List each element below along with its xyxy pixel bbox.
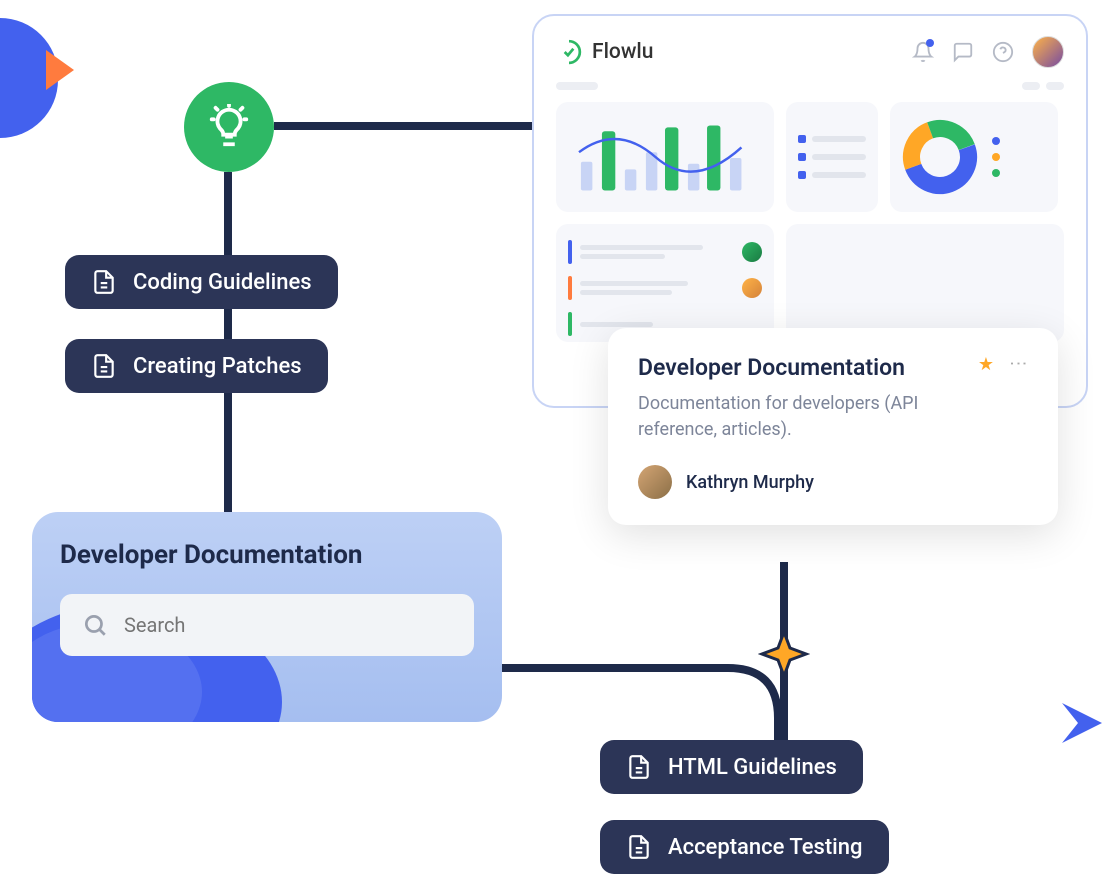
decorative-orange-triangle xyxy=(46,50,74,90)
decorative-blue-shape-right xyxy=(1064,703,1102,783)
flowlu-logo-icon xyxy=(556,39,582,65)
sparkle-decoration xyxy=(758,628,810,680)
dashboard-breadcrumb-row xyxy=(556,82,1064,90)
search-input[interactable] xyxy=(124,613,452,637)
dashboard-widget-row-2 xyxy=(556,224,1064,342)
author-avatar xyxy=(638,465,672,499)
empty-widget[interactable] xyxy=(786,224,1064,342)
doc-author: Kathryn Murphy xyxy=(638,465,1028,499)
doc-item-label: Acceptance Testing xyxy=(668,835,863,860)
lightbulb-icon xyxy=(206,104,252,150)
feed-avatar xyxy=(742,242,762,262)
doc-item-acceptance-testing[interactable]: Acceptance Testing xyxy=(600,820,889,874)
document-icon xyxy=(626,834,652,860)
document-icon xyxy=(91,269,117,295)
idea-circle xyxy=(184,82,274,172)
search-icon xyxy=(82,612,108,638)
document-icon xyxy=(91,353,117,379)
doc-item-label: Coding Guidelines xyxy=(133,270,312,295)
doc-card-title: Developer Documentation xyxy=(638,354,978,381)
doc-card-description: Documentation for developers (API refere… xyxy=(638,391,978,443)
app-logo: Flowlu xyxy=(556,39,653,65)
document-icon xyxy=(626,754,652,780)
list-widget[interactable] xyxy=(786,102,878,212)
skeleton-bar xyxy=(1046,82,1064,90)
user-avatar[interactable] xyxy=(1032,36,1064,68)
doc-item-label: HTML Guidelines xyxy=(668,755,837,780)
chat-icon[interactable] xyxy=(952,41,974,63)
more-icon[interactable]: ⋮ xyxy=(1008,355,1029,375)
developer-documentation-card[interactable]: Developer Documentation Documentation fo… xyxy=(608,328,1058,525)
doc-item-html-guidelines[interactable]: HTML Guidelines xyxy=(600,740,863,794)
feed-avatar xyxy=(742,278,762,298)
help-icon[interactable] xyxy=(992,41,1014,63)
search-box[interactable] xyxy=(60,594,474,656)
author-name: Kathryn Murphy xyxy=(686,472,814,493)
skeleton-bar xyxy=(1022,82,1040,90)
star-icon[interactable]: ★ xyxy=(978,354,994,375)
app-header-icons xyxy=(912,36,1064,68)
doc-item-creating-patches[interactable]: Creating Patches xyxy=(65,339,328,393)
app-name: Flowlu xyxy=(592,40,653,64)
donut-widget[interactable] xyxy=(890,102,1058,212)
connector-line xyxy=(274,122,532,130)
developer-docs-search-card: Developer Documentation xyxy=(32,512,502,722)
app-header: Flowlu xyxy=(556,32,1064,72)
skeleton-bar xyxy=(556,82,598,90)
dashboard-widget-row xyxy=(556,102,1064,212)
doc-item-label: Creating Patches xyxy=(133,354,302,379)
chart-widget[interactable] xyxy=(556,102,774,212)
doc-item-coding-guidelines[interactable]: Coding Guidelines xyxy=(65,255,338,309)
feed-widget[interactable] xyxy=(556,224,774,342)
notifications-icon[interactable] xyxy=(912,41,934,63)
search-card-title: Developer Documentation xyxy=(60,540,474,570)
